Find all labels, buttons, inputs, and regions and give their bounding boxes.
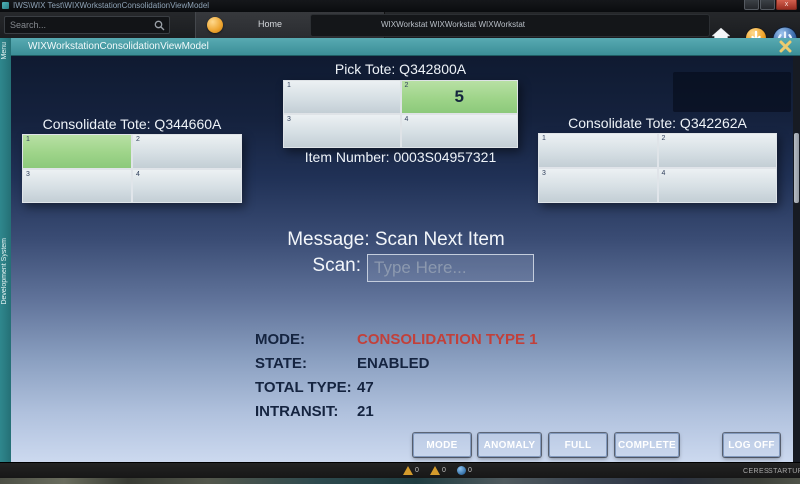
right-cell-4[interactable]: 4 — [659, 169, 777, 202]
message-value: Scan Next Item — [375, 229, 505, 250]
mode-label: MODE: — [255, 331, 357, 348]
alert-count: 0 — [468, 467, 472, 474]
search-icon — [154, 20, 165, 31]
window-title: IWS\WIX Test\WIXWorkstationConsolidation… — [13, 1, 209, 10]
right-cell-3[interactable]: 3 — [539, 169, 657, 202]
left-tote-grid: 1 2 3 4 — [22, 134, 242, 203]
view-title: WIXWorkstationConsolidationViewModel — [28, 41, 209, 52]
cell-number: 1 — [542, 135, 546, 142]
minimize-button[interactable] — [744, 0, 759, 10]
main-content: Pick Tote: Q342800A 1 25 3 4 Item Number… — [11, 56, 793, 462]
pick-cell-2[interactable]: 25 — [402, 81, 518, 113]
status-bar: 0 0 0 CERES STARTUP — [0, 462, 800, 478]
left-cell-4[interactable]: 4 — [133, 170, 241, 203]
system-name: CERES — [743, 468, 769, 475]
alert-count: 0 — [442, 467, 446, 474]
close-icon: x — [777, 0, 796, 9]
total-type-value: 47 — [357, 379, 374, 396]
mode-value: CONSOLIDATION TYPE 1 — [357, 331, 538, 348]
right-edge-band — [793, 56, 800, 462]
cell-number: 2 — [662, 135, 666, 142]
user-avatar-icon — [207, 17, 223, 33]
cell-number: 1 — [26, 136, 30, 143]
system-mode: STARTUP — [768, 468, 800, 475]
pick-quantity: 5 — [402, 81, 518, 113]
home-tab-label: Home — [258, 19, 282, 29]
left-cell-3[interactable]: 3 — [23, 170, 131, 203]
state-label: STATE: — [255, 355, 357, 372]
cell-number: 1 — [287, 82, 291, 89]
cell-number: 3 — [287, 116, 291, 123]
left-side-strip: Menu Development System — [0, 38, 11, 462]
complete-button[interactable]: COMPLETE — [615, 433, 679, 457]
cell-number: 3 — [26, 171, 30, 178]
left-tote-label: Consolidate Tote: Q344660A — [22, 116, 242, 132]
scrollbar-thumb[interactable] — [794, 133, 799, 203]
logoff-button[interactable]: LOG OFF — [723, 433, 780, 457]
maximize-button[interactable] — [760, 0, 775, 10]
cell-number: 4 — [136, 171, 140, 178]
message-line: Message: Scan Next Item — [11, 229, 781, 251]
pick-cell-4[interactable]: 4 — [402, 115, 518, 147]
item-number-label: Item Number: 0003S04957321 — [233, 149, 568, 165]
menu-vertical-tab[interactable]: Menu — [1, 42, 8, 60]
state-value: ENABLED — [357, 355, 430, 372]
warning-icon — [403, 466, 413, 475]
alert-count: 0 — [415, 467, 419, 474]
toolbar: Home WIXWorkstat WIXWorkstat WIXWorkstat — [0, 12, 800, 38]
app-window: IWS\WIX Test\WIXWorkstationConsolidation… — [0, 0, 800, 484]
alert-indicator-2[interactable]: 0 — [430, 466, 446, 475]
right-cell-1[interactable]: 1 — [539, 134, 657, 167]
app-icon — [2, 2, 9, 9]
cell-number: 4 — [662, 170, 666, 177]
desktop-background-strip — [0, 478, 800, 484]
workstation-banner-text: WIXWorkstat WIXWorkstat WIXWorkstat — [381, 20, 525, 29]
status-row-mode: MODE:CONSOLIDATION TYPE 1 — [255, 327, 538, 351]
cell-number: 2 — [136, 136, 140, 143]
cell-number: 4 — [405, 116, 409, 123]
scan-input[interactable] — [367, 254, 534, 282]
anomaly-button[interactable]: ANOMALY — [478, 433, 541, 457]
warning-icon — [430, 466, 440, 475]
info-icon — [457, 466, 466, 475]
pick-tote-label: Pick Tote: Q342800A — [283, 61, 518, 77]
status-block: MODE:CONSOLIDATION TYPE 1 STATE:ENABLED … — [255, 327, 538, 423]
left-cell-1[interactable]: 1 — [23, 135, 131, 168]
right-tote-label: Consolidate Tote: Q342262A — [538, 115, 777, 131]
tab-close-icon[interactable] — [779, 40, 792, 53]
alert-indicator-1[interactable]: 0 — [403, 466, 419, 475]
environment-label: Development System — [1, 238, 8, 305]
workstation-banner: WIXWorkstat WIXWorkstat WIXWorkstat — [310, 14, 710, 37]
right-tote-grid: 1 2 3 4 — [538, 133, 777, 203]
left-cell-2[interactable]: 2 — [133, 135, 241, 168]
full-button[interactable]: FULL — [549, 433, 607, 457]
info-indicator[interactable]: 0 — [457, 466, 472, 475]
message-label: Message: — [287, 229, 369, 250]
status-row-total-type: TOTAL TYPE:47 — [255, 375, 538, 399]
search-box[interactable] — [4, 16, 170, 34]
scan-label: Scan: — [211, 255, 361, 277]
view-tab-bar: WIXWorkstationConsolidationViewModel — [11, 38, 800, 56]
pick-cell-3[interactable]: 3 — [284, 115, 400, 147]
intransit-label: INTRANSIT: — [255, 403, 357, 420]
search-input[interactable] — [10, 18, 148, 32]
title-bar: IWS\WIX Test\WIXWorkstationConsolidation… — [0, 0, 800, 12]
status-row-state: STATE:ENABLED — [255, 351, 538, 375]
intransit-value: 21 — [357, 403, 374, 420]
right-cell-2[interactable]: 2 — [659, 134, 777, 167]
total-type-label: TOTAL TYPE: — [255, 379, 357, 396]
pick-cell-1[interactable]: 1 — [284, 81, 400, 113]
status-row-intransit: INTRANSIT:21 — [255, 399, 538, 423]
pick-tote-grid: 1 25 3 4 — [283, 80, 518, 148]
close-button[interactable]: x — [776, 0, 797, 10]
mode-button[interactable]: MODE — [413, 433, 471, 457]
cell-number: 3 — [542, 170, 546, 177]
inactive-panel — [673, 72, 791, 112]
